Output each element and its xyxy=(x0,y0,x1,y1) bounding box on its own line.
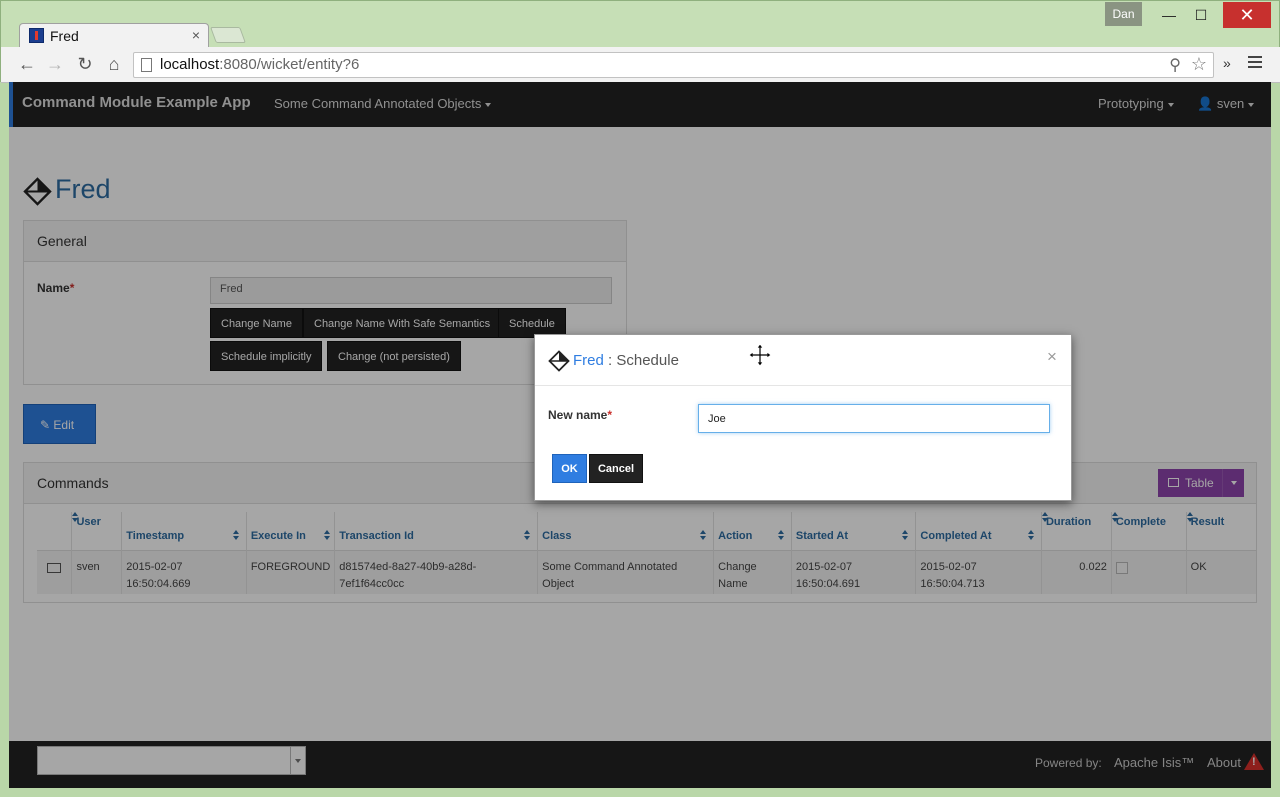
new-tab-button[interactable] xyxy=(210,27,246,43)
required-marker: * xyxy=(607,408,613,422)
url-path: :8080/wicket/entity?6 xyxy=(219,56,360,73)
browser-tab-title: Fred xyxy=(50,28,79,44)
browser-profile-chip[interactable]: Dan xyxy=(1105,2,1142,26)
browser-tab-active[interactable]: Fred × xyxy=(19,23,209,47)
app-favicon-icon xyxy=(29,28,44,43)
dialog-title-separator: : xyxy=(603,352,617,369)
browser-window-chrome: Fred × Dan — ☐ ✕ ← → ↻ ⌂ localhost:8080/… xyxy=(0,0,1280,83)
tab-close-icon[interactable]: × xyxy=(192,27,200,43)
minimize-window-icon[interactable]: — xyxy=(1153,2,1185,28)
browser-menu-icon[interactable] xyxy=(1248,56,1262,70)
close-icon[interactable]: × xyxy=(1047,347,1057,367)
dialog-entity-link[interactable]: Fred xyxy=(573,352,604,369)
extensions-overflow-icon[interactable]: » xyxy=(1223,55,1231,71)
browser-toolbar: ← → ↻ ⌂ localhost:8080/wicket/entity?6 ⚲… xyxy=(1,47,1280,83)
new-name-input[interactable] xyxy=(698,404,1050,433)
ok-button[interactable]: OK xyxy=(552,454,587,483)
url-host: localhost xyxy=(160,56,220,73)
new-name-label-text: New name xyxy=(548,408,608,422)
page-icon xyxy=(141,58,152,72)
address-bar[interactable]: localhost:8080/wicket/entity?6 ⚲ ☆ xyxy=(133,52,1214,78)
new-name-label: New name* xyxy=(548,408,612,422)
close-window-icon[interactable]: ✕ xyxy=(1223,2,1271,28)
dialog-header[interactable]: Fred : Schedule × xyxy=(535,335,1071,386)
entity-type-icon xyxy=(548,350,570,372)
dialog-action-name: Schedule xyxy=(616,352,679,369)
search-icon[interactable]: ⚲ xyxy=(1169,55,1181,75)
cancel-button[interactable]: Cancel xyxy=(589,454,643,483)
dialog-title: Fred : Schedule xyxy=(573,352,679,369)
back-arrow-icon[interactable]: ← xyxy=(15,53,39,77)
url-text: localhost:8080/wicket/entity?6 xyxy=(160,56,359,73)
bookmark-star-icon[interactable]: ☆ xyxy=(1191,54,1207,75)
page-viewport: Command Module Example App Some Command … xyxy=(9,82,1271,788)
maximize-window-icon[interactable]: ☐ xyxy=(1185,2,1217,28)
reload-icon[interactable]: ↻ xyxy=(73,53,97,77)
move-cursor-icon xyxy=(748,343,772,367)
home-icon[interactable]: ⌂ xyxy=(102,53,126,77)
forward-arrow-icon[interactable]: → xyxy=(43,53,67,77)
action-dialog: Fred : Schedule × New name* OK Cancel xyxy=(534,334,1072,501)
